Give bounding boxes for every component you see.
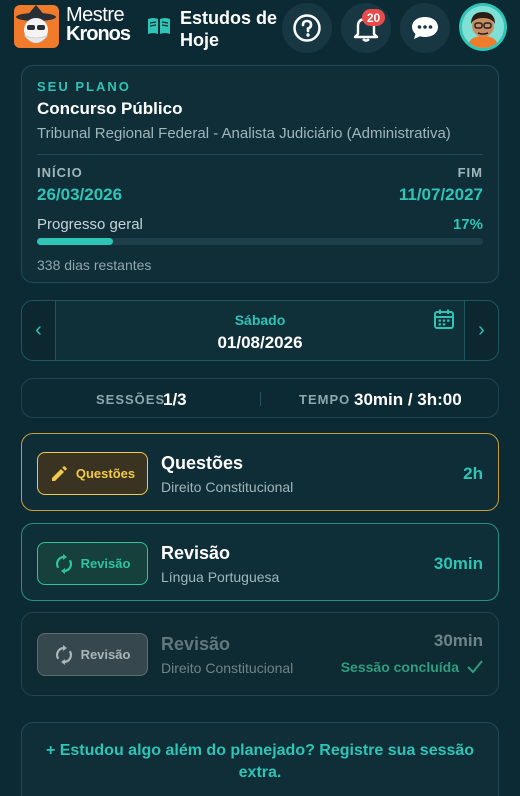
help-button[interactable]: [282, 3, 332, 53]
notifications-button[interactable]: 20: [341, 3, 391, 53]
weekday: Sábado: [234, 312, 286, 328]
progress-bar-fill: [37, 238, 113, 245]
plan-card: SEU PLANO Concurso Público Tribunal Regi…: [21, 65, 499, 283]
session-card-completed[interactable]: Revisão Revisão Direito Constitucional 3…: [21, 612, 499, 696]
app-header: Mestre Kronos Estudos de Hoje 20: [0, 0, 520, 56]
selected-date[interactable]: 01/08/2026: [56, 333, 464, 353]
sync-icon: [55, 644, 72, 665]
session-type-chip: Questões: [37, 452, 148, 495]
status-text: Sessão concluída: [340, 659, 459, 675]
avatar-image: [462, 6, 504, 48]
avatar[interactable]: [459, 3, 507, 51]
chevron-left-icon: ‹: [35, 319, 42, 341]
calendar-icon[interactable]: [433, 308, 455, 330]
end-label: FIM: [457, 165, 483, 180]
stats-divider: [260, 392, 261, 406]
time-label: TEMPO: [299, 392, 351, 407]
sessions-value: 1/3: [163, 390, 187, 409]
sync-icon: [55, 553, 72, 574]
chip-label: Revisão: [80, 556, 131, 571]
page-title: Estudos de Hoje: [180, 8, 278, 50]
time-value: 30min / 3h:00: [354, 390, 462, 409]
session-card[interactable]: Questões Questões Direito Constitucional…: [21, 433, 499, 511]
chip-label: Questões: [75, 466, 136, 481]
page-title-group: Estudos de Hoje: [146, 7, 280, 51]
progress-bar: [37, 238, 483, 245]
extra-session-text: + Estudou algo além do planejado? Regist…: [45, 742, 475, 781]
day-selector: ‹ Sábado 01/08/2026 ›: [21, 300, 499, 361]
start-date: 26/03/2026: [37, 185, 123, 204]
sessions-label: SESSÕES: [96, 392, 166, 407]
end-date: 11/07/2027: [398, 185, 483, 204]
messages-button[interactable]: [400, 3, 450, 53]
extra-session-button[interactable]: + Estudou algo além do planejado? Regist…: [21, 722, 499, 796]
check-icon: [467, 660, 483, 674]
chip-label: Revisão: [80, 647, 131, 662]
plan-divider: [37, 154, 483, 155]
brand-line-2: Kronos: [66, 23, 131, 45]
days-remaining: 338 dias restantes: [37, 257, 152, 273]
plan-subtitle: Tribunal Regional Federal - Analista Jud…: [37, 125, 451, 142]
chat-icon: [412, 17, 438, 39]
chevron-right-icon: ›: [478, 319, 485, 341]
session-duration: 2h: [463, 464, 483, 483]
session-type-chip: Revisão: [37, 633, 148, 676]
plan-eyebrow: SEU PLANO: [37, 79, 131, 94]
next-day-button[interactable]: ›: [464, 301, 498, 360]
session-subject: Direito Constitucional: [161, 479, 294, 495]
session-subject: Direito Constitucional: [161, 660, 294, 676]
plan-title: Concurso Público: [37, 99, 183, 118]
progress-label: Progresso geral: [37, 216, 143, 233]
session-title: Revisão: [161, 634, 231, 654]
session-status: Sessão concluída: [341, 659, 483, 675]
session-title: Revisão: [161, 543, 231, 563]
logo[interactable]: [14, 5, 59, 48]
stats-bar: SESSÕES 1/3 TEMPO 30min / 3h:00: [21, 378, 499, 418]
brand-name: Mestre Kronos: [66, 5, 131, 45]
help-icon: [293, 14, 321, 42]
session-subject: Língua Portuguesa: [161, 569, 280, 585]
session-duration: 30min: [433, 631, 483, 650]
book-icon: [148, 18, 170, 34]
session-duration: 30min: [433, 554, 483, 573]
session-title: Questões: [161, 453, 244, 473]
notification-badge: 20: [362, 9, 385, 26]
session-type-chip: Revisão: [37, 542, 148, 585]
pencil-icon: [51, 465, 67, 481]
progress-percent: 17%: [452, 216, 483, 233]
prev-day-button[interactable]: ‹: [22, 301, 56, 360]
start-label: INÍCIO: [37, 165, 83, 180]
session-card[interactable]: Revisão Revisão Língua Portuguesa 30min: [21, 523, 499, 601]
